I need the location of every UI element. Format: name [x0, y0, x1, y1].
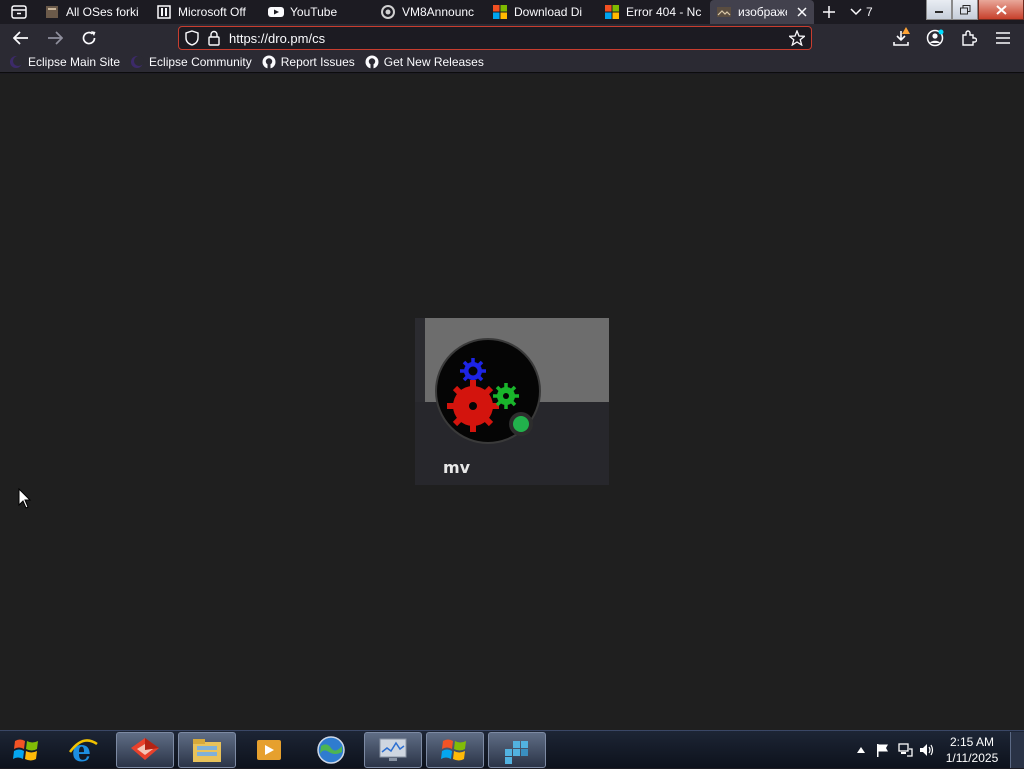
bookmark-eclipse-main[interactable]: Eclipse Main Site [4, 52, 125, 72]
warning-badge-icon [902, 27, 910, 34]
windows-taskbar: e 2:15 AM 1/11/2025 [0, 730, 1024, 768]
lock-icon [208, 30, 220, 46]
tab-error-404[interactable]: Error 404 - Nc [598, 0, 710, 24]
window-close-button[interactable] [978, 0, 1024, 20]
bookmarks-toolbar: Eclipse Main Site Eclipse Community Repo… [0, 52, 1024, 73]
restore-button[interactable] [952, 0, 978, 20]
url-input[interactable] [229, 30, 789, 46]
firefox-view-icon [11, 5, 27, 19]
star-bookmark-icon[interactable] [789, 30, 805, 46]
speaker-icon [920, 744, 934, 756]
microsoft-logo-icon [492, 4, 508, 20]
app-menu-button[interactable] [986, 24, 1020, 52]
image-left-edge [415, 318, 425, 402]
forward-button[interactable] [38, 24, 72, 52]
minimize-button[interactable] [926, 0, 952, 20]
image-favicon-icon [716, 4, 732, 20]
downloads-button[interactable] [884, 24, 918, 52]
page-favicon-icon [44, 4, 60, 20]
volume-button[interactable] [916, 731, 938, 769]
network-button[interactable] [894, 731, 916, 769]
network-icon [898, 743, 913, 757]
taskbar-windows-app[interactable] [426, 731, 484, 768]
tab-count: 7 [866, 5, 873, 19]
displayed-image[interactable]: mv [415, 318, 609, 485]
arrow-right-icon [48, 31, 63, 45]
bookmark-get-new-releases[interactable]: Get New Releases [360, 52, 489, 72]
globe-app-icon [317, 735, 345, 764]
bookmark-eclipse-community[interactable]: Eclipse Community [125, 52, 257, 72]
close-tab-icon[interactable] [795, 5, 808, 19]
clock-date: 1/11/2025 [945, 751, 999, 765]
svg-text:e: e [72, 734, 91, 766]
mouse-pointer-icon [18, 488, 32, 509]
clock-time: 2:15 AM [949, 735, 995, 749]
chevron-down-icon [850, 8, 862, 16]
tab-image-active[interactable]: изображе [710, 0, 814, 24]
microsoft-logo-icon [604, 4, 620, 20]
start-button[interactable] [0, 731, 54, 769]
show-hidden-icons-button[interactable] [850, 731, 872, 769]
window-controls [926, 0, 1024, 20]
vm8-favicon-icon [380, 4, 396, 20]
youtube-icon [268, 4, 284, 20]
url-bar[interactable] [178, 26, 812, 50]
file-explorer-icon [193, 738, 221, 762]
close-icon [995, 4, 1007, 15]
media-player-icon [257, 739, 281, 760]
toolbar-right [884, 24, 1020, 52]
windows-logo-icon [441, 739, 466, 760]
office-favicon-icon [156, 4, 172, 20]
monitor-app-icon [379, 738, 407, 761]
shield-icon [185, 30, 199, 46]
eclipse-icon [130, 55, 145, 69]
new-tab-button[interactable] [814, 0, 844, 24]
tab-all-oses[interactable]: All OSes forki [38, 0, 150, 24]
page-content: mv [0, 74, 1024, 730]
firefox-view-button[interactable] [0, 0, 38, 24]
tab-download[interactable]: Download Di [486, 0, 598, 24]
taskbar-globe-app[interactable] [302, 732, 360, 768]
windows-start-orb-icon [13, 739, 38, 760]
tab-strip: All OSes forki Microsoft Off YouTube VM8… [0, 0, 1024, 24]
arrow-left-icon [13, 31, 28, 45]
tab-youtube[interactable]: YouTube [262, 0, 374, 24]
eclipse-icon [9, 55, 23, 69]
github-icon [262, 55, 276, 69]
reload-icon [82, 31, 96, 45]
action-center-button[interactable] [872, 731, 894, 769]
list-all-tabs-button[interactable]: 7 [844, 0, 879, 24]
back-button[interactable] [4, 24, 38, 52]
taskbar-internet-explorer[interactable]: e [54, 732, 112, 768]
puzzle-icon [962, 30, 977, 46]
bookmark-report-issues[interactable]: Report Issues [257, 52, 360, 72]
minimize-icon [935, 10, 943, 13]
taskbar-clock[interactable]: 2:15 AM 1/11/2025 [938, 734, 1006, 766]
chevron-up-icon [857, 747, 865, 753]
image-caption: mv [443, 458, 471, 477]
reload-button[interactable] [72, 24, 106, 52]
system-tray: 2:15 AM 1/11/2025 [850, 731, 1024, 769]
internet-explorer-icon: e [68, 734, 98, 766]
restore-icon [959, 4, 970, 14]
taskbar-monitor-app[interactable] [364, 731, 422, 768]
account-icon [926, 29, 944, 47]
show-desktop-button[interactable] [1010, 732, 1024, 768]
taskbar-3d-app[interactable] [116, 731, 174, 768]
taskbar-file-explorer[interactable] [178, 731, 236, 768]
3d-app-icon [131, 737, 159, 760]
taskbar-media-player[interactable] [240, 732, 298, 768]
registry-icon [505, 740, 528, 764]
taskbar-registry-app[interactable] [488, 731, 546, 768]
tab-vm8-announce[interactable]: VM8Announc [374, 0, 486, 24]
gears-logo-icon [435, 338, 541, 444]
flag-icon [877, 744, 888, 757]
hamburger-menu-icon [996, 32, 1010, 44]
plus-icon [823, 6, 835, 18]
github-icon [365, 55, 379, 69]
account-button[interactable] [918, 24, 952, 52]
tab-microsoft-office[interactable]: Microsoft Off [150, 0, 262, 24]
navigation-toolbar [0, 24, 1024, 52]
extensions-button[interactable] [952, 24, 986, 52]
